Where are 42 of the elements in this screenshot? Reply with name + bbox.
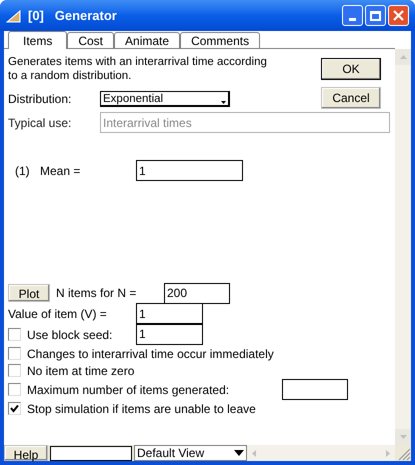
close-icon [393, 10, 404, 21]
minimize-button[interactable] [342, 5, 363, 26]
tab[interactable]: Comments [180, 32, 260, 48]
checkbox[interactable] [8, 402, 21, 415]
tab[interactable]: Cost [67, 32, 114, 48]
app-icon [6, 8, 22, 22]
option-label: Stop simulation if items are unable to leave [27, 400, 256, 418]
dropdown-arrow-icon [234, 450, 244, 456]
typical-use-label: Typical use: [8, 114, 72, 132]
parameter-index: (1) [15, 162, 31, 180]
checkbox[interactable] [8, 328, 21, 341]
checkbox[interactable] [8, 347, 21, 360]
help-button[interactable]: Help [4, 445, 48, 461]
typical-use-field: Interarrival times [100, 112, 390, 133]
tab[interactable]: Items [8, 31, 68, 49]
window-title: [0] Generator [28, 6, 117, 25]
text-field[interactable] [50, 446, 132, 460]
option-label: Changes to interarrival time occur immediately [27, 346, 274, 362]
description-text: Generates items with an interarrival time according to a random distribution. [8, 55, 268, 83]
checkbox[interactable] [8, 364, 21, 377]
plot-button[interactable]: Plot [8, 284, 50, 302]
distribution-label: Distribution: [8, 91, 72, 108]
option-label: No item at time zero [27, 362, 134, 380]
ok-button[interactable]: OK [321, 58, 381, 80]
dropdown-arrow-icon [221, 101, 226, 104]
parameter-label: Mean = [40, 162, 82, 180]
maximize-button[interactable] [365, 5, 386, 26]
value-of-item-field[interactable]: 1 [136, 303, 203, 324]
view-dropdown[interactable]: Default View [134, 445, 247, 461]
n-items-label: N items for N = [56, 285, 138, 302]
n-items-field[interactable]: 200 [164, 282, 230, 304]
option-label: Maximum number of items generated: [27, 382, 230, 398]
tab[interactable]: Animate [114, 32, 180, 48]
checkbox[interactable] [8, 383, 21, 396]
input-field[interactable] [282, 379, 348, 400]
close-button[interactable] [388, 5, 409, 26]
parameter-field[interactable]: 1 [136, 160, 243, 181]
distribution-dropdown[interactable]: Exponential [100, 91, 230, 107]
option-label: Use block seed: [27, 326, 114, 344]
input-field[interactable]: 1 [136, 324, 203, 344]
cancel-button[interactable]: Cancel [321, 87, 381, 109]
value-of-item-label: Value of item (V) = [8, 306, 108, 322]
